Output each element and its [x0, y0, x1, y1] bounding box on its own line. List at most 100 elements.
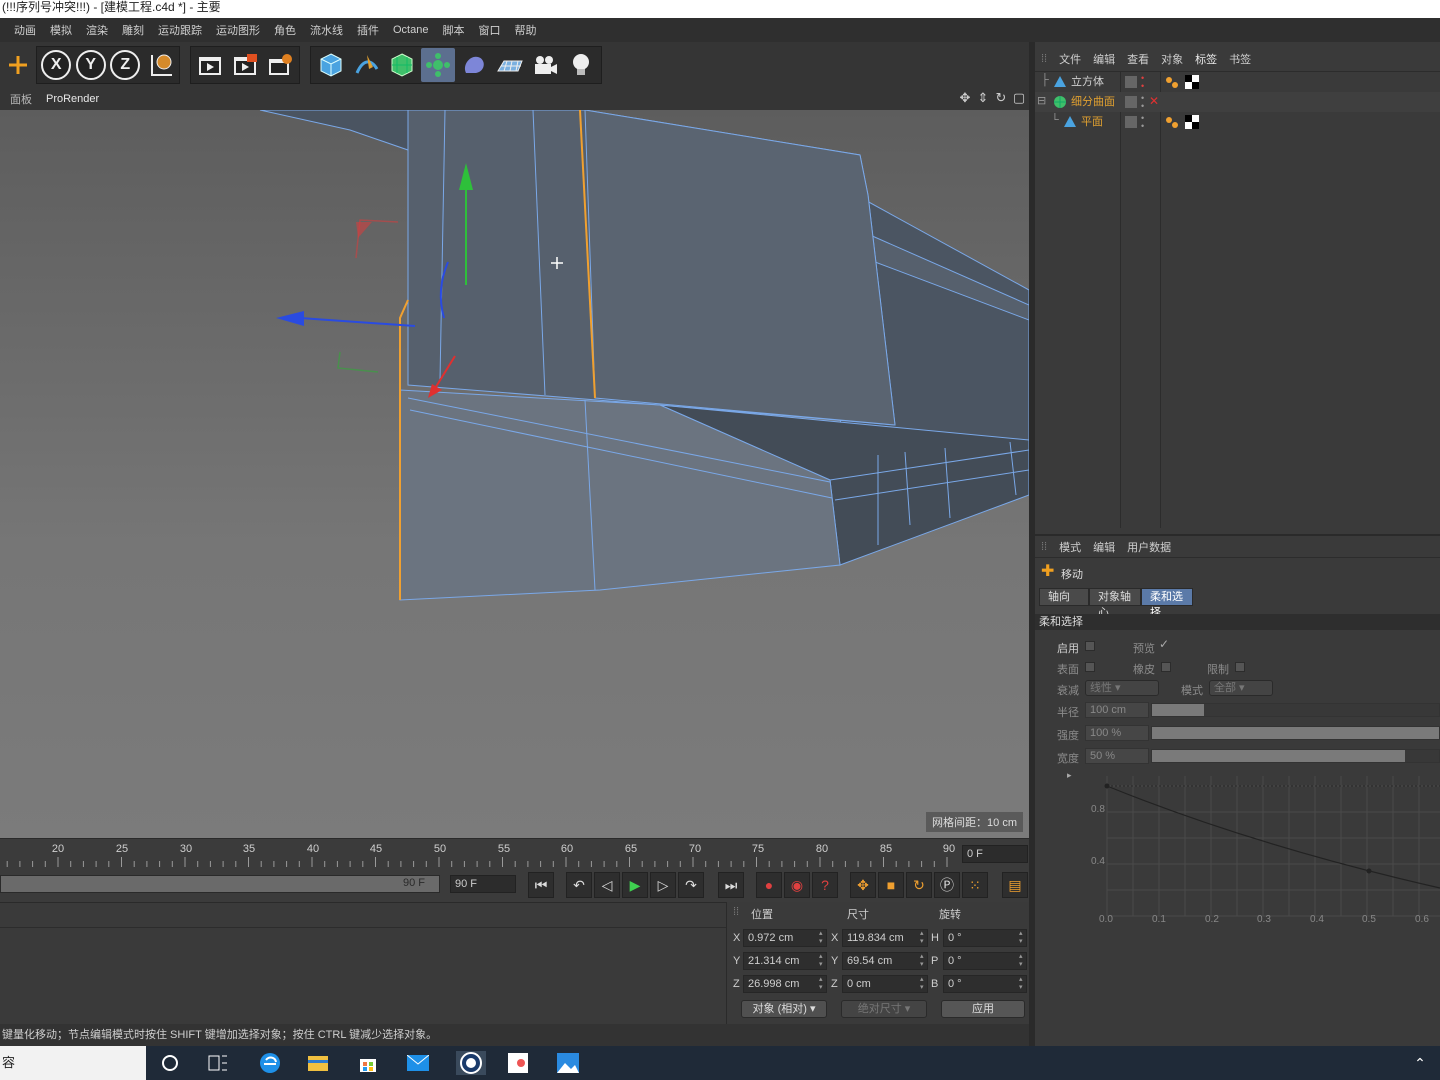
rotation-b-field[interactable]: 0 °: [943, 975, 1027, 993]
camera-icon[interactable]: [529, 48, 563, 82]
enable-checkbox[interactable]: [1085, 641, 1095, 651]
menu-item-motion-tracking[interactable]: 运动跟踪: [158, 22, 202, 38]
pen-icon[interactable]: [350, 48, 384, 82]
cube-icon[interactable]: [314, 48, 348, 82]
width-field[interactable]: 50 %: [1085, 748, 1149, 764]
viewport-3d[interactable]: 网格间距：10 cm: [0, 110, 1029, 838]
texture-tag-icon[interactable]: [1185, 115, 1199, 132]
tab-object-axis[interactable]: 对象轴心: [1089, 588, 1141, 619]
om-menu-edit[interactable]: 编辑: [1093, 51, 1115, 67]
file-explorer-icon[interactable]: [306, 1051, 330, 1075]
viewport-tab-prorender[interactable]: ProRender: [46, 93, 99, 105]
texture-tag-icon[interactable]: [1185, 75, 1199, 92]
taskbar-search-box[interactable]: 容: [0, 1046, 146, 1080]
viewport-tab-panel[interactable]: 面板: [10, 91, 32, 107]
render-dots-icon[interactable]: • •: [1141, 74, 1144, 91]
timeline-ruler[interactable]: 20 25 30 35 40 45 50 55 60 65 70 75 80 8…: [0, 838, 1032, 868]
menu-item-pipeline[interactable]: 流水线: [310, 22, 343, 38]
key-parameter-icon[interactable]: Ⓟ: [934, 872, 960, 898]
position-y-field[interactable]: 21.314 cm: [743, 952, 827, 970]
om-menu-file[interactable]: 文件: [1059, 51, 1081, 67]
am-menu-user-data[interactable]: 用户数据: [1127, 539, 1171, 555]
next-frame-icon[interactable]: ▷: [650, 872, 676, 898]
goto-start-icon[interactable]: ⏮: [528, 872, 554, 898]
menu-item-render[interactable]: 渲染: [86, 22, 108, 38]
keyframe-selection-icon[interactable]: ?: [812, 872, 838, 898]
orbit-icon[interactable]: ↻: [994, 91, 1008, 105]
menu-item-octane[interactable]: Octane: [393, 24, 428, 36]
mode-dropdown[interactable]: 全部 ▾: [1209, 680, 1273, 696]
width-slider[interactable]: [1151, 749, 1440, 763]
menu-item-animation[interactable]: 动画: [14, 22, 36, 38]
material-tag-icon[interactable]: [1165, 115, 1179, 132]
key-pla-icon[interactable]: ⁙: [962, 872, 988, 898]
goto-end-icon[interactable]: ⏭: [718, 872, 744, 898]
menu-item-mograph[interactable]: 运动图形: [216, 22, 260, 38]
tab-soft-selection[interactable]: 柔和选择: [1141, 588, 1193, 619]
curve-point-end[interactable]: [1366, 868, 1372, 874]
maximize-icon[interactable]: ▢: [1012, 91, 1026, 105]
strength-field[interactable]: 100 %: [1085, 725, 1149, 741]
menu-item-help[interactable]: 帮助: [514, 22, 536, 38]
collapse-icon[interactable]: ⊟: [1037, 94, 1046, 107]
lock-y-icon[interactable]: Y: [75, 48, 108, 82]
menu-item-plugins[interactable]: 插件: [357, 22, 379, 38]
key-position-icon[interactable]: ✥: [850, 872, 876, 898]
tab-axis[interactable]: 轴向: [1039, 588, 1089, 606]
end-frame-field[interactable]: 90 F: [450, 875, 516, 893]
coordinate-system-icon[interactable]: [144, 48, 177, 82]
editor-visibility-icon[interactable]: [1125, 96, 1137, 108]
frame-range-slider[interactable]: 90 F: [0, 875, 440, 893]
render-view-icon[interactable]: [194, 48, 227, 82]
subdivision-icon[interactable]: [386, 48, 420, 82]
app-icon[interactable]: [506, 1051, 530, 1075]
om-menu-view[interactable]: 查看: [1127, 51, 1149, 67]
size-x-field[interactable]: 119.834 cm: [842, 929, 928, 947]
om-menu-tags[interactable]: 标签: [1195, 51, 1217, 67]
prev-frame-icon[interactable]: ◁: [594, 872, 620, 898]
falloff-curve-graph[interactable]: [1075, 776, 1440, 926]
position-z-field[interactable]: 26.998 cm: [743, 975, 827, 993]
mail-icon[interactable]: [406, 1051, 430, 1075]
cloner-icon[interactable]: [421, 48, 455, 82]
render-settings-icon[interactable]: [263, 48, 296, 82]
task-view-icon[interactable]: [206, 1051, 230, 1075]
record-keys-icon[interactable]: ●: [756, 872, 782, 898]
lock-x-icon[interactable]: X: [40, 48, 73, 82]
am-menu-edit[interactable]: 编辑: [1093, 539, 1115, 555]
material-tag-icon[interactable]: [1165, 75, 1179, 92]
tray-chevron-up-icon[interactable]: ⌃: [1408, 1051, 1432, 1075]
size-z-field[interactable]: 0 cm: [842, 975, 928, 993]
position-x-field[interactable]: 0.972 cm: [743, 929, 827, 947]
disable-x-icon[interactable]: ✕: [1149, 94, 1159, 108]
cinema4d-icon[interactable]: [456, 1051, 486, 1075]
photos-icon[interactable]: [556, 1051, 580, 1075]
object-row[interactable]: ├ 立方体 • •: [1035, 72, 1440, 92]
restrict-checkbox[interactable]: [1235, 662, 1245, 672]
menu-item-sculpt[interactable]: 雕刻: [122, 22, 144, 38]
object-list[interactable]: ├ 立方体 • • ⊟ 细分曲面 • • ✕ └ 平面 • •: [1035, 72, 1440, 532]
edge-icon[interactable]: [258, 1051, 282, 1075]
next-key-icon[interactable]: ↷: [678, 872, 704, 898]
size-mode-dropdown[interactable]: 绝对尺寸 ▾: [841, 1000, 927, 1018]
current-frame-field[interactable]: 0 F: [962, 845, 1028, 863]
move-icon[interactable]: [1, 48, 35, 82]
strength-slider[interactable]: [1151, 726, 1440, 740]
pan-icon[interactable]: ✥: [958, 91, 972, 105]
surface-checkbox[interactable]: [1085, 662, 1095, 672]
object-row[interactable]: └ 平面 • •: [1035, 112, 1440, 132]
lock-z-icon[interactable]: Z: [109, 48, 142, 82]
radius-field[interactable]: 100 cm: [1085, 702, 1149, 718]
object-name-subdivision-surface[interactable]: 细分曲面: [1071, 92, 1115, 112]
om-menu-objects[interactable]: 对象: [1161, 51, 1183, 67]
rubber-checkbox[interactable]: [1161, 662, 1171, 672]
editor-visibility-icon[interactable]: [1125, 76, 1137, 88]
editor-visibility-icon[interactable]: [1125, 116, 1137, 128]
store-icon[interactable]: [356, 1051, 380, 1075]
play-icon[interactable]: ▶: [622, 872, 648, 898]
render-picture-viewer-icon[interactable]: [229, 48, 262, 82]
object-name-plane[interactable]: 平面: [1081, 112, 1103, 132]
apply-button[interactable]: 应用: [941, 1000, 1025, 1018]
key-scale-icon[interactable]: ■: [878, 872, 904, 898]
rotation-p-field[interactable]: 0 °: [943, 952, 1027, 970]
